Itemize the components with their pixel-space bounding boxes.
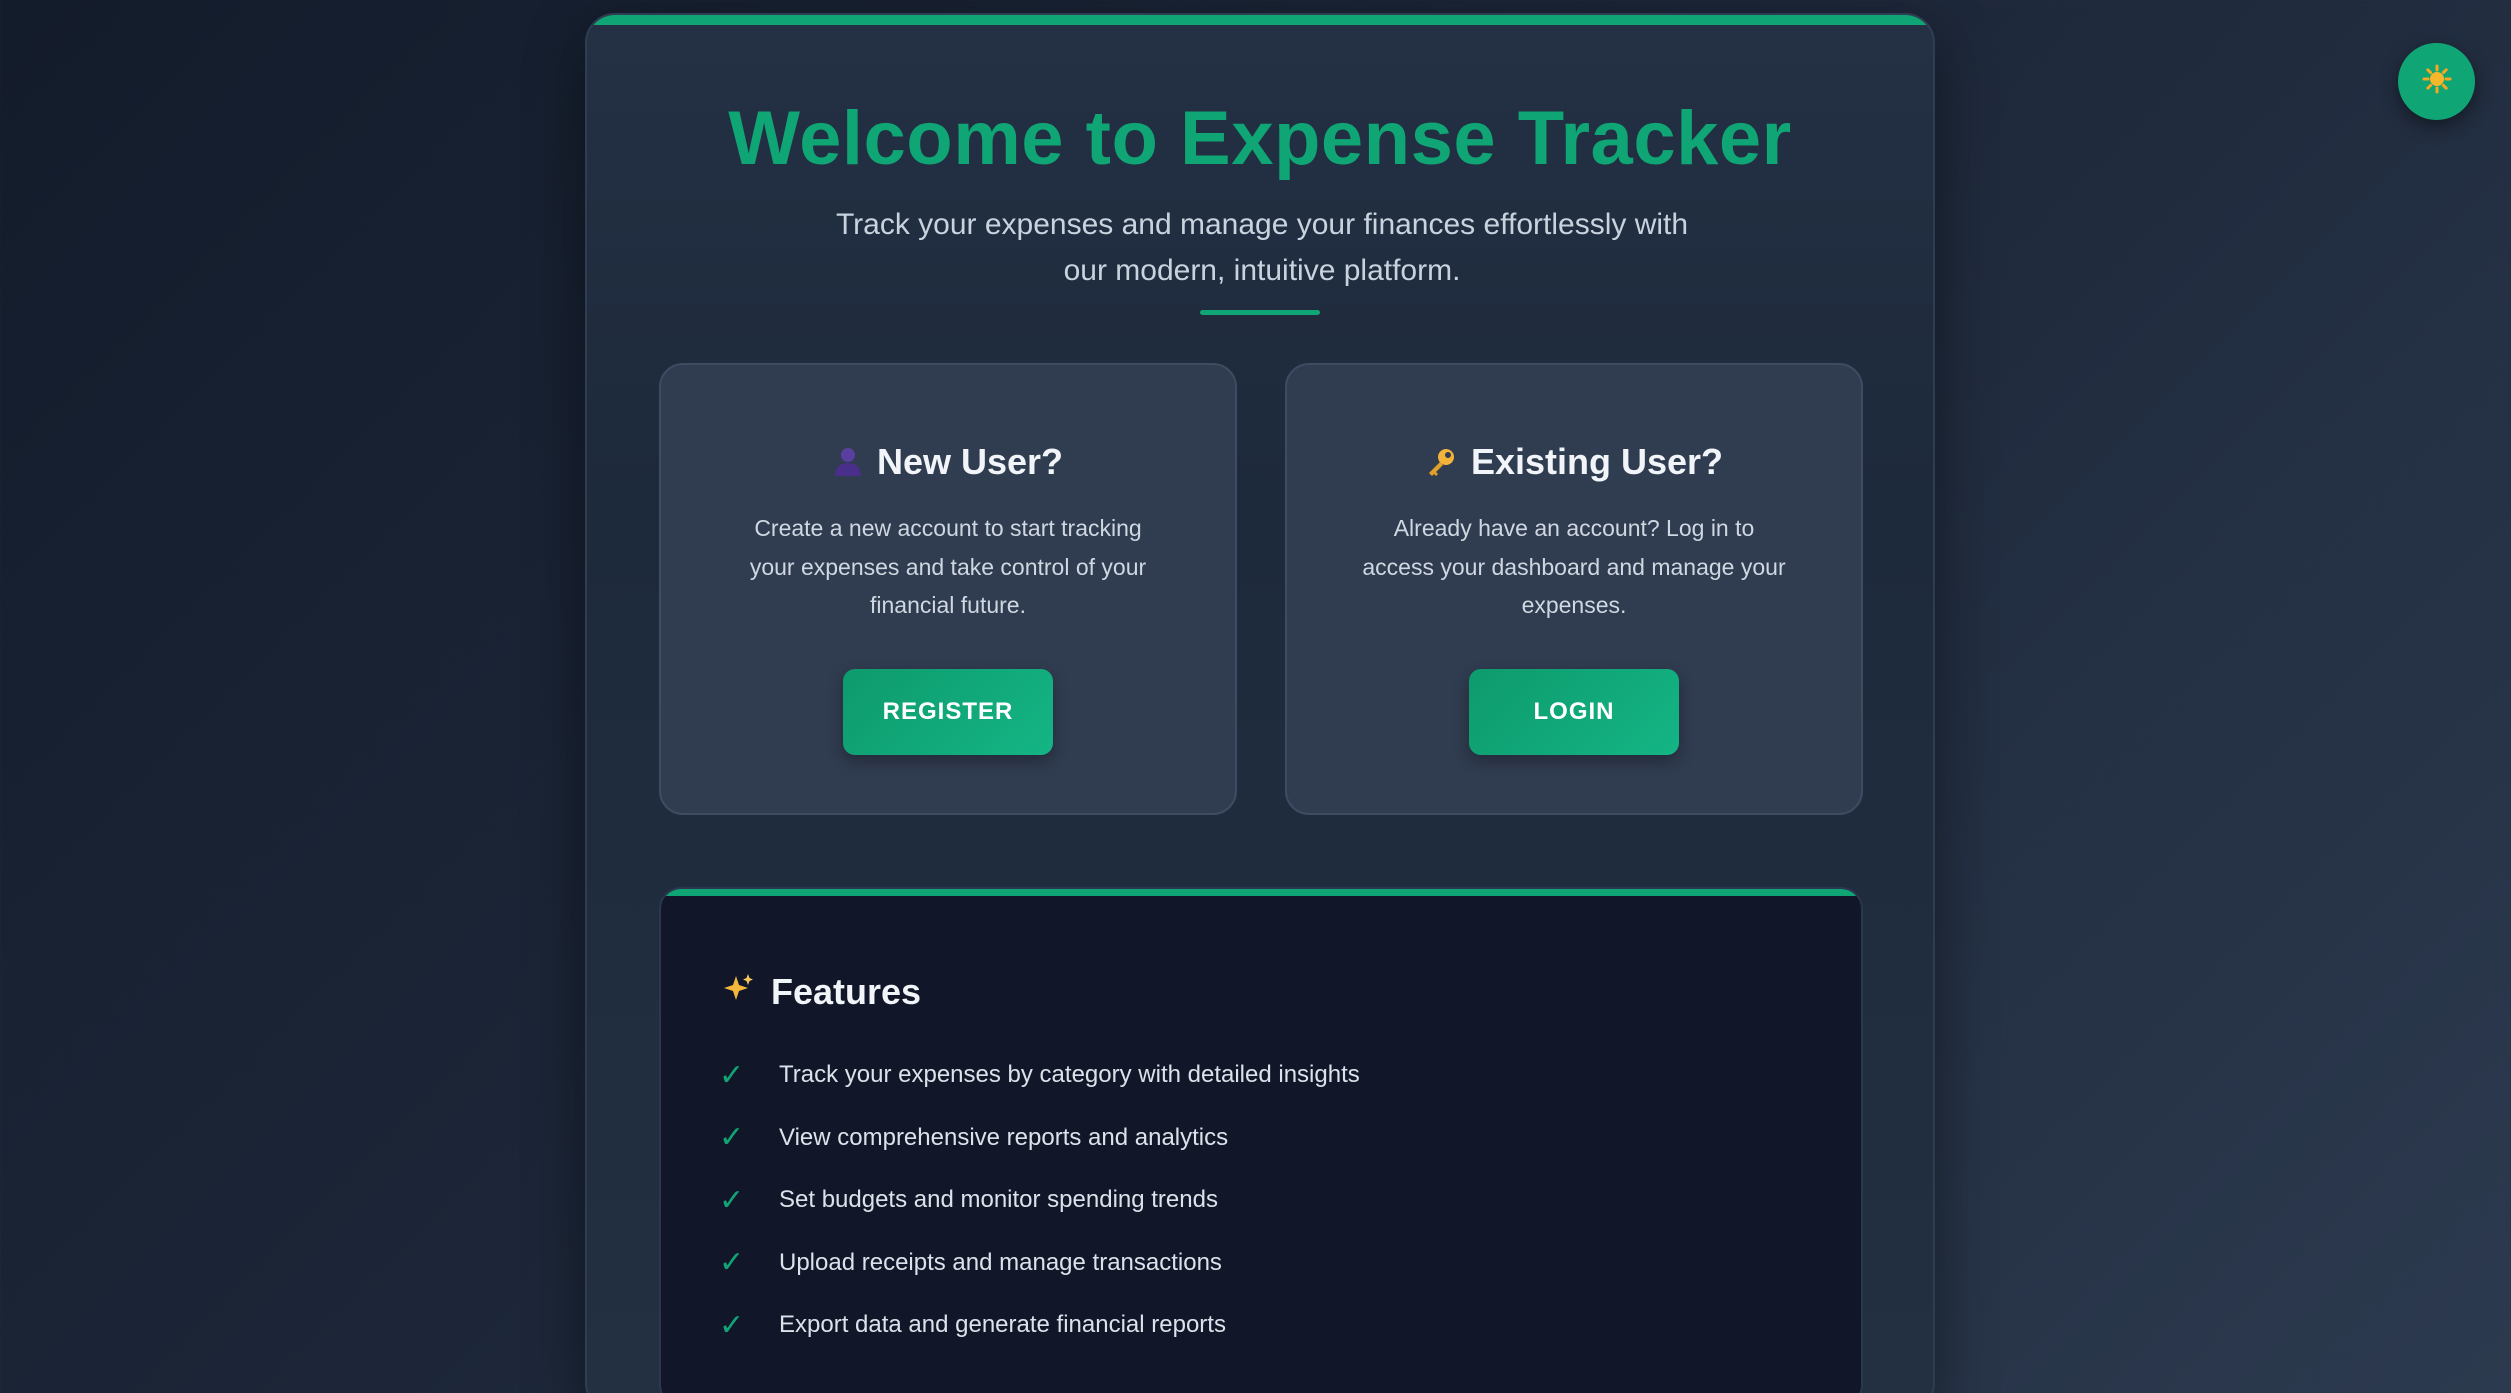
title-divider (1200, 310, 1320, 315)
register-button[interactable]: REGISTER (843, 669, 1053, 755)
feature-item: ✓ View comprehensive reports and analyti… (719, 1107, 1360, 1170)
sun-icon (2422, 64, 2452, 99)
features-title: Features (771, 971, 922, 1012)
login-button[interactable]: LOGIN (1469, 669, 1679, 755)
new-user-heading: New User? (661, 441, 1235, 483)
new-user-card: New User? Create a new account to start … (659, 363, 1237, 815)
accent-bar (587, 15, 1933, 25)
checkmark-icon: ✓ (719, 1120, 745, 1156)
new-user-title: New User? (876, 441, 1064, 482)
user-icon (833, 446, 863, 478)
new-user-description: Create a new account to start tracking y… (749, 515, 1147, 618)
features-heading: Features (723, 971, 921, 1013)
existing-user-heading: Existing User? (1287, 441, 1861, 483)
theme-toggle-button[interactable] (2398, 43, 2475, 120)
feature-item: ✓ Track your expenses by category with d… (719, 1044, 1360, 1107)
checkmark-icon: ✓ (719, 1182, 745, 1218)
feature-item: ✓ Export data and generate financial rep… (719, 1294, 1360, 1357)
existing-user-title: Existing User? (1470, 441, 1724, 482)
welcome-card: Welcome to Expense Tracker Track your ex… (585, 13, 1935, 1393)
key-icon (1425, 446, 1457, 478)
feature-text: View comprehensive reports and analytics (779, 1123, 1229, 1151)
features-accent-bar (661, 889, 1861, 896)
checkmark-icon: ✓ (719, 1057, 745, 1093)
feature-list: ✓ Track your expenses by category with d… (719, 1044, 1360, 1357)
page-subtitle: Track your expenses and manage your fina… (835, 208, 1689, 287)
features-panel: Features ✓ Track your expenses by catego… (659, 887, 1863, 1393)
feature-text: Export data and generate financial repor… (779, 1311, 1226, 1339)
feature-text: Track your expenses by category with det… (779, 1061, 1360, 1089)
checkmark-icon: ✓ (719, 1245, 745, 1281)
checkmark-icon: ✓ (719, 1307, 745, 1343)
feature-text: Upload receipts and manage transactions (779, 1248, 1222, 1276)
feature-text: Set budgets and monitor spending trends (779, 1186, 1218, 1214)
existing-user-card: Existing User? Already have an account? … (1285, 363, 1863, 815)
page-title: Welcome to Expense Tracker (728, 96, 1792, 181)
sparkles-icon (723, 971, 755, 1013)
existing-user-description: Already have an account? Log in to acces… (1362, 515, 1786, 618)
feature-item: ✓ Set budgets and monitor spending trend… (719, 1169, 1360, 1232)
feature-item: ✓ Upload receipts and manage transaction… (719, 1232, 1360, 1295)
